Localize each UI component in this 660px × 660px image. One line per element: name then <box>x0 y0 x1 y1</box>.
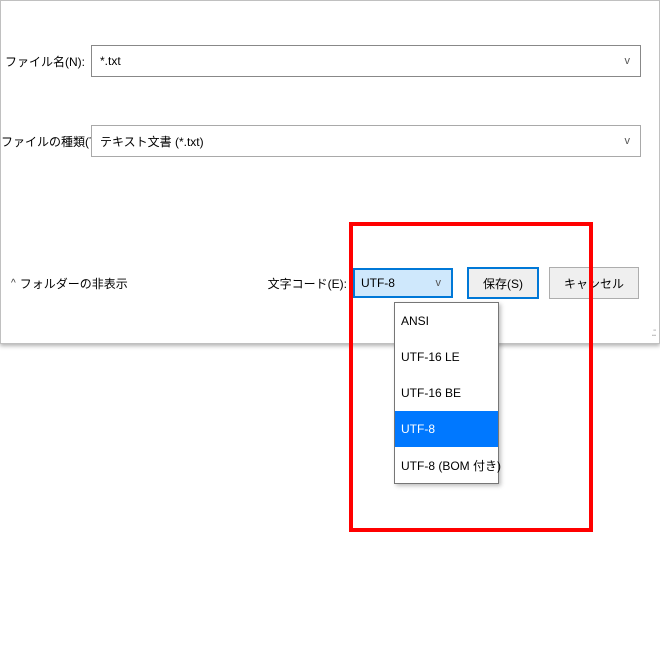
chevron-down-icon: v <box>625 135 631 147</box>
encoding-label: 文字コード(E): <box>268 275 347 292</box>
encoding-option-utf8bom[interactable]: UTF-8 (BOM 付き) <box>395 447 498 483</box>
save-dialog-panel: ファイル名(N): *.txt v ファイルの種類(T): テキスト文書 (*.… <box>0 0 660 344</box>
hide-folders-label: フォルダーの非表示 <box>20 275 128 292</box>
encoding-option-ansi[interactable]: ANSI <box>395 303 498 339</box>
filename-label: ファイル名(N): <box>1 53 91 70</box>
encoding-option-utf16le[interactable]: UTF-16 LE <box>395 339 498 375</box>
hide-folders-toggle[interactable]: ^ フォルダーの非表示 <box>11 275 128 292</box>
filetype-label: ファイルの種類(T): <box>1 133 91 150</box>
cancel-button[interactable]: キャンセル <box>549 267 639 299</box>
encoding-value: UTF-8 <box>361 276 395 290</box>
filetype-row: ファイルの種類(T): テキスト文書 (*.txt) v <box>1 125 649 157</box>
encoding-option-utf8[interactable]: UTF-8 <box>395 411 498 447</box>
filename-value: *.txt <box>100 54 121 68</box>
chevron-down-icon: v <box>435 277 441 289</box>
save-button-label: 保存(S) <box>483 275 523 292</box>
filename-input[interactable]: *.txt v <box>91 45 641 77</box>
encoding-combo[interactable]: UTF-8 v <box>353 268 453 298</box>
caret-up-icon: ^ <box>11 278 16 289</box>
save-button[interactable]: 保存(S) <box>467 267 539 299</box>
resize-grip-icon[interactable]: .:: <box>651 325 655 339</box>
filetype-combo[interactable]: テキスト文書 (*.txt) v <box>91 125 641 157</box>
filetype-value: テキスト文書 (*.txt) <box>100 133 204 150</box>
encoding-dropdown[interactable]: ANSI UTF-16 LE UTF-16 BE UTF-8 UTF-8 (BO… <box>394 302 499 484</box>
filename-row: ファイル名(N): *.txt v <box>1 45 649 77</box>
cancel-button-label: キャンセル <box>564 275 624 292</box>
bottom-row: ^ フォルダーの非表示 文字コード(E): UTF-8 v 保存(S) キャンセ… <box>1 263 649 303</box>
encoding-option-utf16be[interactable]: UTF-16 BE <box>395 375 498 411</box>
chevron-down-icon: v <box>625 55 631 67</box>
